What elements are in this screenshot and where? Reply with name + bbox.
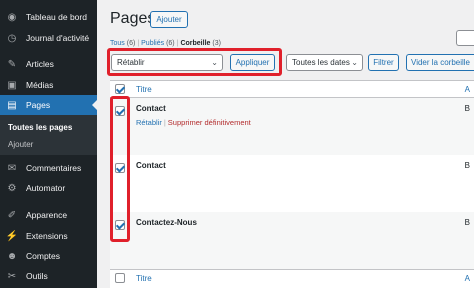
filter-button[interactable]: Filtrer — [368, 54, 399, 71]
row-checkbox[interactable] — [115, 220, 125, 230]
add-page-button[interactable]: Ajouter — [150, 11, 188, 28]
bulk-action-value: Rétablir — [117, 58, 145, 67]
bulk-action-select[interactable]: Rétablir ⌄ — [111, 54, 223, 71]
menu-label: Pages — [26, 100, 51, 110]
view-trash-label: Corbeille — [180, 40, 211, 47]
menu-label: Articles — [26, 59, 54, 69]
row-checkbox[interactable] — [115, 163, 125, 173]
view-trash-link[interactable]: Corbeille (3) — [180, 40, 220, 47]
select-all-checkbox-footer[interactable] — [115, 273, 125, 283]
main-content: Pages Ajouter Tous (6) | Publiés (6) | Corbe… — [97, 0, 474, 288]
chevron-down-icon: ⌄ — [351, 58, 358, 67]
appearance-icon: ✐ — [7, 209, 17, 221]
select-all-checkbox[interactable] — [115, 84, 125, 94]
row-author: B — [464, 161, 470, 170]
menu-item-plugins[interactable]: ⚡ Extensions — [0, 226, 97, 246]
menu-item-dashboard[interactable]: ◉ Tableau de bord — [0, 7, 97, 27]
row-checkbox[interactable] — [115, 106, 125, 116]
activity-log-icon: ◷ — [7, 32, 17, 44]
menu-item-appearance[interactable]: ✐ Apparence — [0, 205, 97, 225]
pages-icon: ▤ — [7, 99, 17, 111]
menu-label: Outils — [26, 271, 48, 281]
plugins-icon: ⚡ — [5, 230, 19, 242]
column-author-header[interactable]: A — [465, 85, 470, 94]
pages-submenu: Toutes les pages Ajouter — [0, 115, 97, 155]
separator: | — [163, 118, 166, 127]
menu-item-users[interactable]: ☻ Comptes — [0, 246, 97, 266]
table-row: Contactez-Nous B — [110, 212, 474, 269]
menu-item-automator[interactable]: ⚙ Automator — [0, 178, 97, 198]
menu-label: Commentaires — [26, 163, 82, 173]
table-row: Contact B — [110, 155, 474, 212]
column-title-footer[interactable]: Titre — [136, 274, 152, 283]
delete-permanently-link[interactable]: Supprimer définitivement — [168, 118, 251, 127]
date-filter-select[interactable]: Toutes les dates ⌄ — [286, 54, 363, 71]
table-header: Titre A — [110, 81, 474, 98]
apply-button[interactable]: Appliquer — [230, 54, 275, 71]
dashboard-icon: ◉ — [7, 11, 17, 23]
table-footer: Titre A — [110, 269, 474, 286]
chevron-down-icon: ⌄ — [211, 58, 218, 67]
menu-item-comments[interactable]: ✉ Commentaires — [0, 158, 97, 178]
view-all-link[interactable]: Tous (6) — [110, 40, 135, 47]
menu-item-activity-log[interactable]: ◷ Journal d'activité — [0, 28, 97, 48]
tools-icon: ✂ — [7, 270, 17, 282]
row-title[interactable]: Contact — [136, 104, 166, 113]
menu-label: Tableau de bord — [26, 12, 87, 22]
view-all-label: Tous — [110, 40, 125, 47]
separator: | — [137, 40, 140, 47]
restore-link[interactable]: Rétablir — [136, 118, 162, 127]
menu-label: Comptes — [26, 251, 61, 261]
menu-item-tools[interactable]: ✂ Outils — [0, 266, 97, 286]
column-title-header[interactable]: Titre — [136, 85, 152, 94]
menu-item-articles[interactable]: ✎ Articles — [0, 54, 97, 74]
view-trash-count: (3) — [212, 40, 221, 47]
view-published-link[interactable]: Publiés (6) — [141, 40, 174, 47]
menu-label: Automator — [26, 183, 66, 193]
view-published-count: (6) — [166, 40, 175, 47]
row-title[interactable]: Contactez-Nous — [136, 218, 197, 227]
column-author-footer[interactable]: A — [465, 274, 470, 283]
menu-item-media[interactable]: ▣ Médias — [0, 75, 97, 95]
menu-label: Apparence — [26, 210, 68, 220]
submenu-item-all-pages[interactable]: Toutes les pages — [8, 123, 72, 132]
row-author: B — [464, 104, 470, 113]
users-icon: ☻ — [6, 250, 18, 262]
table-row: Contact B Rétablir | Supprimer définitivem… — [110, 98, 474, 155]
date-filter-value: Toutes les dates — [292, 58, 350, 67]
view-all-count: (6) — [126, 40, 136, 47]
pin-icon: ✎ — [7, 58, 17, 70]
view-published-label: Publiés — [141, 40, 165, 47]
row-actions: Rétablir | Supprimer définitivement — [136, 118, 251, 127]
menu-label: Extensions — [26, 231, 68, 241]
menu-label: Médias — [26, 80, 54, 90]
empty-trash-button[interactable]: Vider la corbeille — [406, 54, 474, 71]
view-filters: Tous (6) | Publiés (6) | Corbeille (3) — [110, 40, 221, 47]
search-input[interactable] — [456, 30, 474, 46]
comments-icon: ✉ — [7, 162, 17, 174]
row-author: B — [464, 218, 470, 227]
menu-item-pages[interactable]: ▤ Pages — [0, 95, 97, 115]
pages-table: Titre A Contact B Rétablir | Supprimer déf… — [110, 80, 474, 288]
submenu-item-add[interactable]: Ajouter — [8, 140, 33, 149]
menu-label: Journal d'activité — [26, 33, 90, 43]
media-icon: ▣ — [7, 79, 17, 91]
row-title[interactable]: Contact — [136, 161, 166, 170]
page-title: Pages — [110, 10, 156, 27]
automator-icon: ⚙ — [7, 182, 17, 194]
admin-sidebar: ◉ Tableau de bord ◷ Journal d'activité ✎… — [0, 0, 97, 288]
separator: | — [176, 40, 179, 47]
